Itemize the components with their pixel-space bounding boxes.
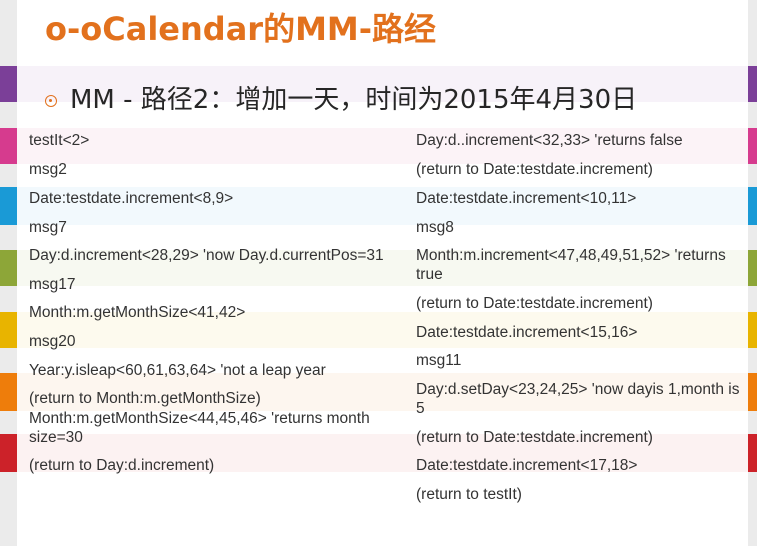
edge-tab-pink-right xyxy=(748,128,757,164)
step-left-8: msg20 xyxy=(29,333,76,350)
step-right-6: (return to Date:testdate.increment) xyxy=(416,295,653,312)
edge-tab-orange-right xyxy=(748,373,757,411)
step-right-4: msg8 xyxy=(416,219,454,236)
step-right-1: Day:d..increment<32,33> 'returns false xyxy=(416,132,683,149)
step-left-11: Month:m.getMonthSize<44,45,46> 'returns … xyxy=(29,410,370,446)
step-right-3: Date:testdate.increment<10,11> xyxy=(416,190,637,207)
step-right-5: Month:m.increment<47,48,49,51,52> 'retur… xyxy=(416,247,726,283)
step-left-5: Day:d.increment<28,29> 'now Day.d.curren… xyxy=(29,247,384,264)
slide-title: o-oCalendar的MM-路经 xyxy=(45,10,437,48)
edge-tab-red xyxy=(0,434,17,472)
edge-tab-orange xyxy=(0,373,17,411)
edge-tab-green-right xyxy=(748,250,757,286)
step-right-7: Date:testdate.increment<15,16> xyxy=(416,324,638,341)
step-left-2: msg2 xyxy=(29,161,67,178)
edge-tab-red-right xyxy=(748,434,757,472)
edge-tab-green xyxy=(0,250,17,286)
step-right-11: Date:testdate.increment<17,18> xyxy=(416,457,638,474)
edge-tab-yellow xyxy=(0,312,17,348)
step-left-10: (return to Month:m.getMonthSize) xyxy=(29,390,261,407)
step-left-1: testIt<2> xyxy=(29,132,90,149)
step-right-8: msg11 xyxy=(416,352,462,369)
step-left-6: msg17 xyxy=(29,276,76,293)
step-right-10: (return to Date:testdate.increment) xyxy=(416,429,653,446)
edge-tab-blue-right xyxy=(748,187,757,225)
edge-tab-blue xyxy=(0,187,17,225)
bullet-circle-icon xyxy=(45,95,57,107)
step-right-2: (return to Date:testdate.increment) xyxy=(416,161,653,178)
edge-tab-yellow-right xyxy=(748,312,757,348)
step-left-12: (return to Day:d.increment) xyxy=(29,457,215,474)
slide: o-oCalendar的MM-路经 MM - 路径2：增加一天，时间为2015年… xyxy=(17,0,748,546)
bullet-text: MM - 路径2：增加一天，时间为2015年4月30日 xyxy=(70,85,638,115)
step-left-4: msg7 xyxy=(29,219,67,236)
step-right-12: (return to testIt) xyxy=(416,486,522,503)
step-left-3: Date:testdate.increment<8,9> xyxy=(29,190,234,207)
edge-tab-pink xyxy=(0,128,17,164)
step-left-7: Month:m.getMonthSize<41,42> xyxy=(29,304,246,321)
step-left-9: Year:y.isleap<60,61,63,64> 'not a leap y… xyxy=(29,362,326,379)
step-right-9: Day:d.setDay<23,24,25> 'now dayis 1,mont… xyxy=(416,381,740,417)
edge-tab-purple-right xyxy=(748,66,757,102)
edge-tab-purple xyxy=(0,66,17,102)
